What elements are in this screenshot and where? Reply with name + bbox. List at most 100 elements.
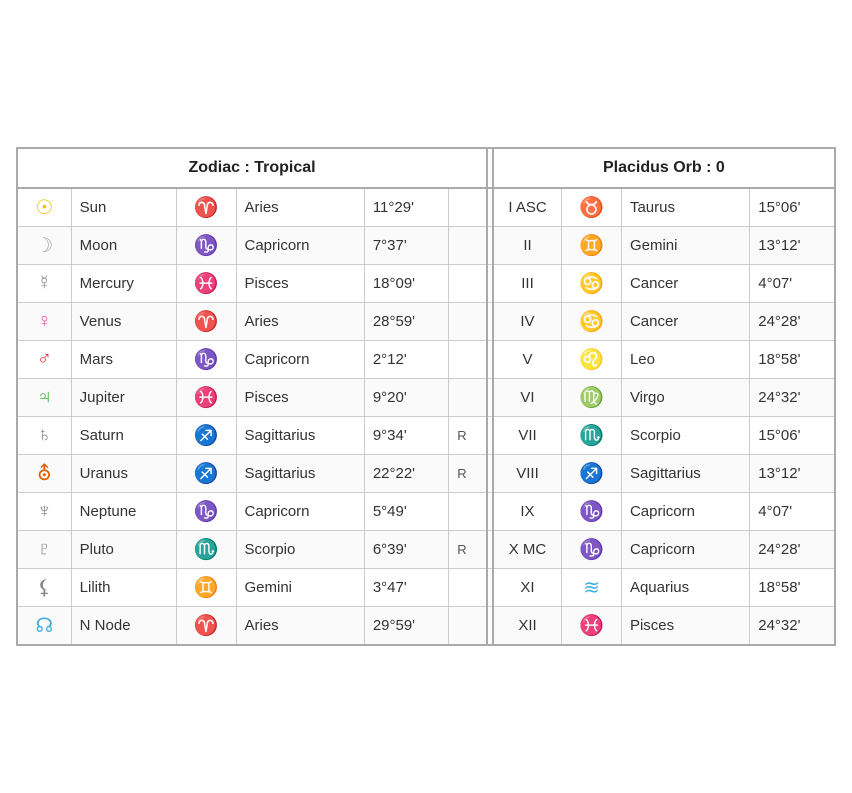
planet-degree: 2°12' bbox=[364, 341, 448, 379]
planet-icon: ⛢ bbox=[37, 463, 52, 485]
house-sign-symbol: ≋ bbox=[562, 569, 622, 607]
planet-sign-symbol: ♈ bbox=[176, 188, 236, 227]
retrograde-indicator bbox=[449, 569, 487, 607]
planet-name: Jupiter bbox=[71, 379, 176, 417]
house-degree: 4°07' bbox=[750, 493, 835, 531]
sign-icon: ♑ bbox=[194, 349, 219, 371]
planet-degree: 3°47' bbox=[364, 569, 448, 607]
planet-symbol: ♀ bbox=[17, 303, 71, 341]
retrograde-indicator bbox=[449, 493, 487, 531]
table-row: ⛢ Uranus ♐ Sagittarius 22°22' R VIII ♐ S… bbox=[17, 455, 835, 493]
planet-sign-name: Capricorn bbox=[236, 493, 364, 531]
planet-icon: ♂ bbox=[37, 348, 52, 370]
planet-sign-name: Sagittarius bbox=[236, 417, 364, 455]
planet-symbol: ⚸ bbox=[17, 569, 71, 607]
house-number: I ASC bbox=[493, 188, 562, 227]
house-sign-name: Capricorn bbox=[621, 531, 749, 569]
planet-symbol: ☉ bbox=[17, 188, 71, 227]
planet-sign-symbol: ♏ bbox=[176, 531, 236, 569]
house-sign-name: Gemini bbox=[621, 227, 749, 265]
table-row: ♂ Mars ♑ Capricorn 2°12' V ♌ Leo 18°58' bbox=[17, 341, 835, 379]
planet-degree: 6°39' bbox=[364, 531, 448, 569]
house-sign-symbol: ♊ bbox=[562, 227, 622, 265]
house-sign-symbol: ♑ bbox=[562, 531, 622, 569]
planet-sign-symbol: ♑ bbox=[176, 341, 236, 379]
retrograde-indicator bbox=[449, 303, 487, 341]
planet-name: Venus bbox=[71, 303, 176, 341]
house-number: VI bbox=[493, 379, 562, 417]
retrograde-indicator: R bbox=[449, 531, 487, 569]
house-sign-symbol: ♉ bbox=[562, 188, 622, 227]
planet-name: Mars bbox=[71, 341, 176, 379]
house-sign-symbol: ♏ bbox=[562, 417, 622, 455]
house-number: V bbox=[493, 341, 562, 379]
house-sign-symbol: ♐ bbox=[562, 455, 622, 493]
house-degree: 24°28' bbox=[750, 531, 835, 569]
house-sign-name: Scorpio bbox=[621, 417, 749, 455]
planet-sign-name: Aries bbox=[236, 607, 364, 646]
table-row: ♆ Neptune ♑ Capricorn 5°49' IX ♑ Caprico… bbox=[17, 493, 835, 531]
house-sign-name: Virgo bbox=[621, 379, 749, 417]
left-header: Zodiac : Tropical bbox=[17, 148, 487, 188]
planet-sign-name: Aries bbox=[236, 303, 364, 341]
planet-sign-name: Capricorn bbox=[236, 341, 364, 379]
planet-icon: ♆ bbox=[37, 500, 52, 522]
house-sign-icon: ♑ bbox=[579, 501, 604, 523]
planet-sign-symbol: ♑ bbox=[176, 227, 236, 265]
planet-sign-symbol: ♈ bbox=[176, 607, 236, 646]
table-row: ☉ Sun ♈ Aries 11°29' I ASC ♉ Taurus 15°0… bbox=[17, 188, 835, 227]
planet-name: Mercury bbox=[71, 265, 176, 303]
table-row: ☽ Moon ♑ Capricorn 7°37' II ♊ Gemini 13°… bbox=[17, 227, 835, 265]
planet-icon: ⚸ bbox=[37, 577, 52, 599]
house-sign-name: Capricorn bbox=[621, 493, 749, 531]
house-sign-icon: ♉ bbox=[579, 197, 604, 219]
planet-symbol: ⛢ bbox=[17, 455, 71, 493]
sign-icon: ♊ bbox=[194, 577, 219, 599]
planet-name: Uranus bbox=[71, 455, 176, 493]
house-sign-symbol: ♑ bbox=[562, 493, 622, 531]
planet-symbol: ☿ bbox=[17, 265, 71, 303]
planet-sign-symbol: ♐ bbox=[176, 455, 236, 493]
sign-icon: ♈ bbox=[194, 615, 219, 637]
planet-degree: 7°37' bbox=[364, 227, 448, 265]
sign-icon: ♈ bbox=[194, 311, 219, 333]
planet-icon: ☿ bbox=[37, 272, 52, 294]
planet-sign-symbol: ♊ bbox=[176, 569, 236, 607]
sign-icon: ♓ bbox=[194, 273, 219, 295]
sign-icon: ♑ bbox=[194, 235, 219, 257]
sign-icon: ♑ bbox=[194, 501, 219, 523]
right-header: Placidus Orb : 0 bbox=[493, 148, 835, 188]
house-degree: 15°06' bbox=[750, 188, 835, 227]
house-degree: 15°06' bbox=[750, 417, 835, 455]
planet-symbol: ♇ bbox=[17, 531, 71, 569]
table-row: ♃ Jupiter ♓ Pisces 9°20' VI ♍ Virgo 24°3… bbox=[17, 379, 835, 417]
planet-sign-name: Aries bbox=[236, 188, 364, 227]
planet-degree: 18°09' bbox=[364, 265, 448, 303]
house-sign-icon: ♍ bbox=[579, 387, 604, 409]
house-number: X MC bbox=[493, 531, 562, 569]
planet-icon: ☉ bbox=[35, 197, 53, 219]
planet-name: Neptune bbox=[71, 493, 176, 531]
house-degree: 24°32' bbox=[750, 379, 835, 417]
planet-degree: 22°22' bbox=[364, 455, 448, 493]
planet-sign-symbol: ♐ bbox=[176, 417, 236, 455]
planet-sign-symbol: ♑ bbox=[176, 493, 236, 531]
retrograde-indicator bbox=[449, 227, 487, 265]
table-row: ♄ Saturn ♐ Sagittarius 9°34' R VII ♏ Sco… bbox=[17, 417, 835, 455]
planet-degree: 9°20' bbox=[364, 379, 448, 417]
house-sign-icon: ♋ bbox=[579, 311, 604, 333]
sign-icon: ♓ bbox=[194, 387, 219, 409]
house-degree: 18°58' bbox=[750, 341, 835, 379]
house-degree: 24°32' bbox=[750, 607, 835, 646]
planet-sign-name: Pisces bbox=[236, 265, 364, 303]
planet-symbol: ♂ bbox=[17, 341, 71, 379]
planet-symbol: ☊ bbox=[17, 607, 71, 646]
planet-symbol: ☽ bbox=[17, 227, 71, 265]
planet-icon: ☽ bbox=[35, 235, 53, 257]
sign-icon: ♐ bbox=[194, 463, 219, 485]
house-sign-icon: ♊ bbox=[579, 235, 604, 257]
house-sign-name: Taurus bbox=[621, 188, 749, 227]
house-degree: 18°58' bbox=[750, 569, 835, 607]
house-number: VIII bbox=[493, 455, 562, 493]
retrograde-indicator: R bbox=[449, 455, 487, 493]
